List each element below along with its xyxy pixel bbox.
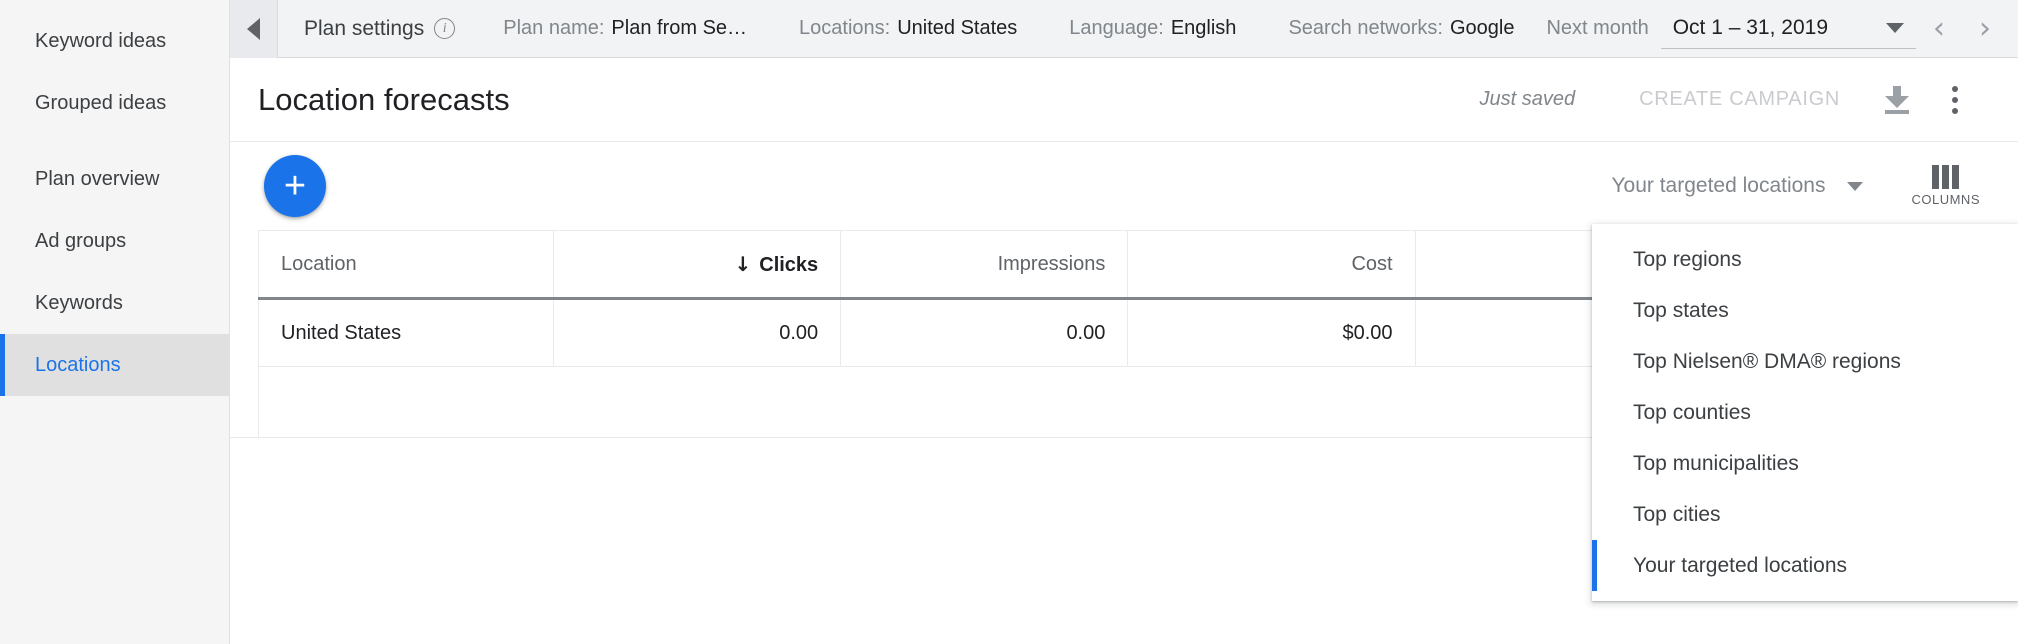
columns-button[interactable]: COLUMNS: [1883, 165, 1990, 207]
location-view-menu: Top regions Top states Top Nielsen® DMA®…: [1592, 224, 2018, 601]
menu-item-label: Top municipalities: [1633, 451, 1799, 475]
column-header-label: Clicks: [759, 253, 819, 276]
sidebar-item-label: Keyword ideas: [35, 29, 167, 52]
menu-item-your-targeted-locations[interactable]: Your targeted locations: [1592, 540, 2018, 591]
sidebar-item-plan-overview[interactable]: Plan overview: [0, 148, 229, 210]
menu-item-top-counties[interactable]: Top counties: [1592, 387, 2018, 438]
save-status: Just saved: [1479, 88, 1576, 110]
sidebar-item-keyword-ideas[interactable]: Keyword ideas: [0, 10, 229, 72]
menu-item-label: Your targeted locations: [1633, 553, 1848, 577]
add-location-button[interactable]: +: [264, 155, 326, 217]
setting-label: Search networks:: [1288, 17, 1443, 39]
sidebar-item-locations[interactable]: Locations: [0, 334, 229, 396]
header-actions: Just saved CREATE CAMPAIGN: [1480, 71, 1985, 129]
plan-settings-label: Plan settings: [304, 16, 425, 40]
triangle-left-icon: [247, 17, 260, 40]
sidebar-item-label: Ad groups: [35, 229, 127, 252]
app-root: Keyword ideas Grouped ideas Plan overvie…: [0, 0, 2018, 644]
columns-label: COLUMNS: [1911, 192, 1980, 207]
menu-item-top-cities[interactable]: Top cities: [1592, 489, 2018, 540]
next-period-button[interactable]: ›: [1962, 6, 2008, 52]
column-header-cost[interactable]: Cost: [1127, 230, 1416, 300]
date-range-value: Oct 1 – 31, 2019: [1672, 15, 1828, 39]
menu-item-top-regions[interactable]: Top regions: [1592, 234, 2018, 285]
cell-impressions: 0.00: [840, 298, 1129, 367]
page-header: Location forecasts Just saved CREATE CAM…: [230, 58, 2018, 142]
toolbar-right: Your targeted locations COLUMNS: [1591, 164, 1990, 208]
column-header-location[interactable]: Location: [258, 230, 554, 300]
sidebar-item-grouped-ideas[interactable]: Grouped ideas: [0, 72, 229, 134]
sidebar-item-label: Grouped ideas: [35, 91, 167, 114]
sidebar: Keyword ideas Grouped ideas Plan overvie…: [0, 0, 230, 644]
sort-descending-icon: ↓: [734, 251, 752, 276]
location-view-value: Your targeted locations: [1611, 174, 1826, 197]
setting-value: United States: [897, 17, 1018, 39]
column-header-impressions[interactable]: Impressions: [840, 230, 1129, 300]
chevron-right-icon: ›: [1979, 11, 1991, 46]
menu-item-label: Top regions: [1633, 247, 1742, 271]
menu-item-label: Top counties: [1633, 400, 1751, 424]
menu-item-label: Top Nielsen® DMA® regions: [1633, 349, 1901, 373]
plan-settings-button[interactable]: Plan settings i: [278, 17, 477, 41]
download-icon: [1884, 85, 1910, 114]
column-header-label: Location: [281, 252, 357, 275]
column-header-clicks[interactable]: ↓ Clicks: [552, 230, 842, 300]
collapse-panel-button[interactable]: [230, 0, 278, 58]
cell-location: United States: [258, 298, 554, 367]
setting-label: Plan name:: [503, 17, 605, 39]
date-range-zone: Next month Oct 1 – 31, 2019 ‹ ›: [1546, 6, 2018, 52]
plan-settings-bar: Plan settings i Plan name: Plan from Se……: [230, 0, 2018, 58]
table-toolbar: + Your targeted locations COLUMNS: [230, 142, 2018, 230]
sidebar-item-label: Keywords: [35, 291, 123, 314]
sidebar-item-label: Plan overview: [35, 167, 160, 190]
setting-label: Locations:: [799, 17, 891, 39]
columns-icon: [1932, 165, 1960, 189]
menu-item-top-states[interactable]: Top states: [1592, 285, 2018, 336]
chevron-down-icon: [1886, 22, 1904, 33]
setting-language[interactable]: Language: English: [1043, 17, 1262, 40]
sidebar-item-label: Locations: [35, 353, 121, 376]
sidebar-item-keywords[interactable]: Keywords: [0, 272, 229, 334]
column-header-label: Cost: [1351, 252, 1393, 275]
page-title: Location forecasts: [258, 81, 510, 117]
menu-item-top-municipalities[interactable]: Top municipalities: [1592, 438, 2018, 489]
create-campaign-button[interactable]: CREATE CAMPAIGN: [1611, 88, 1868, 111]
chevron-down-icon: [1847, 181, 1864, 191]
cell-clicks: 0.00: [552, 298, 842, 367]
setting-value: English: [1170, 17, 1237, 39]
sidebar-item-ad-groups[interactable]: Ad groups: [0, 210, 229, 272]
setting-search-networks[interactable]: Search networks: Google: [1262, 17, 1540, 40]
menu-item-top-nielsen-dma-regions[interactable]: Top Nielsen® DMA® regions: [1592, 336, 2018, 387]
setting-locations[interactable]: Locations: United States: [773, 17, 1043, 40]
menu-item-label: Top cities: [1633, 502, 1721, 526]
location-view-selector[interactable]: Your targeted locations: [1591, 164, 1883, 208]
chevron-left-icon: ‹: [1933, 11, 1945, 46]
date-range-prefix: Next month: [1546, 17, 1649, 39]
setting-value: Google: [1449, 17, 1515, 39]
setting-plan-name[interactable]: Plan name: Plan from Se…: [477, 17, 773, 40]
more-vert-icon: [1952, 85, 1958, 114]
column-header-label: Impressions: [997, 252, 1106, 275]
download-button[interactable]: [1868, 71, 1926, 129]
more-options-button[interactable]: [1926, 71, 1984, 129]
cell-cost: $0.00: [1127, 298, 1416, 367]
date-range-picker[interactable]: Oct 1 – 31, 2019: [1660, 9, 1916, 49]
setting-value: Plan from Se…: [611, 17, 748, 39]
info-icon[interactable]: i: [434, 18, 456, 39]
setting-label: Language:: [1069, 17, 1164, 39]
previous-period-button[interactable]: ‹: [1916, 6, 1962, 52]
menu-item-label: Top states: [1633, 298, 1729, 322]
